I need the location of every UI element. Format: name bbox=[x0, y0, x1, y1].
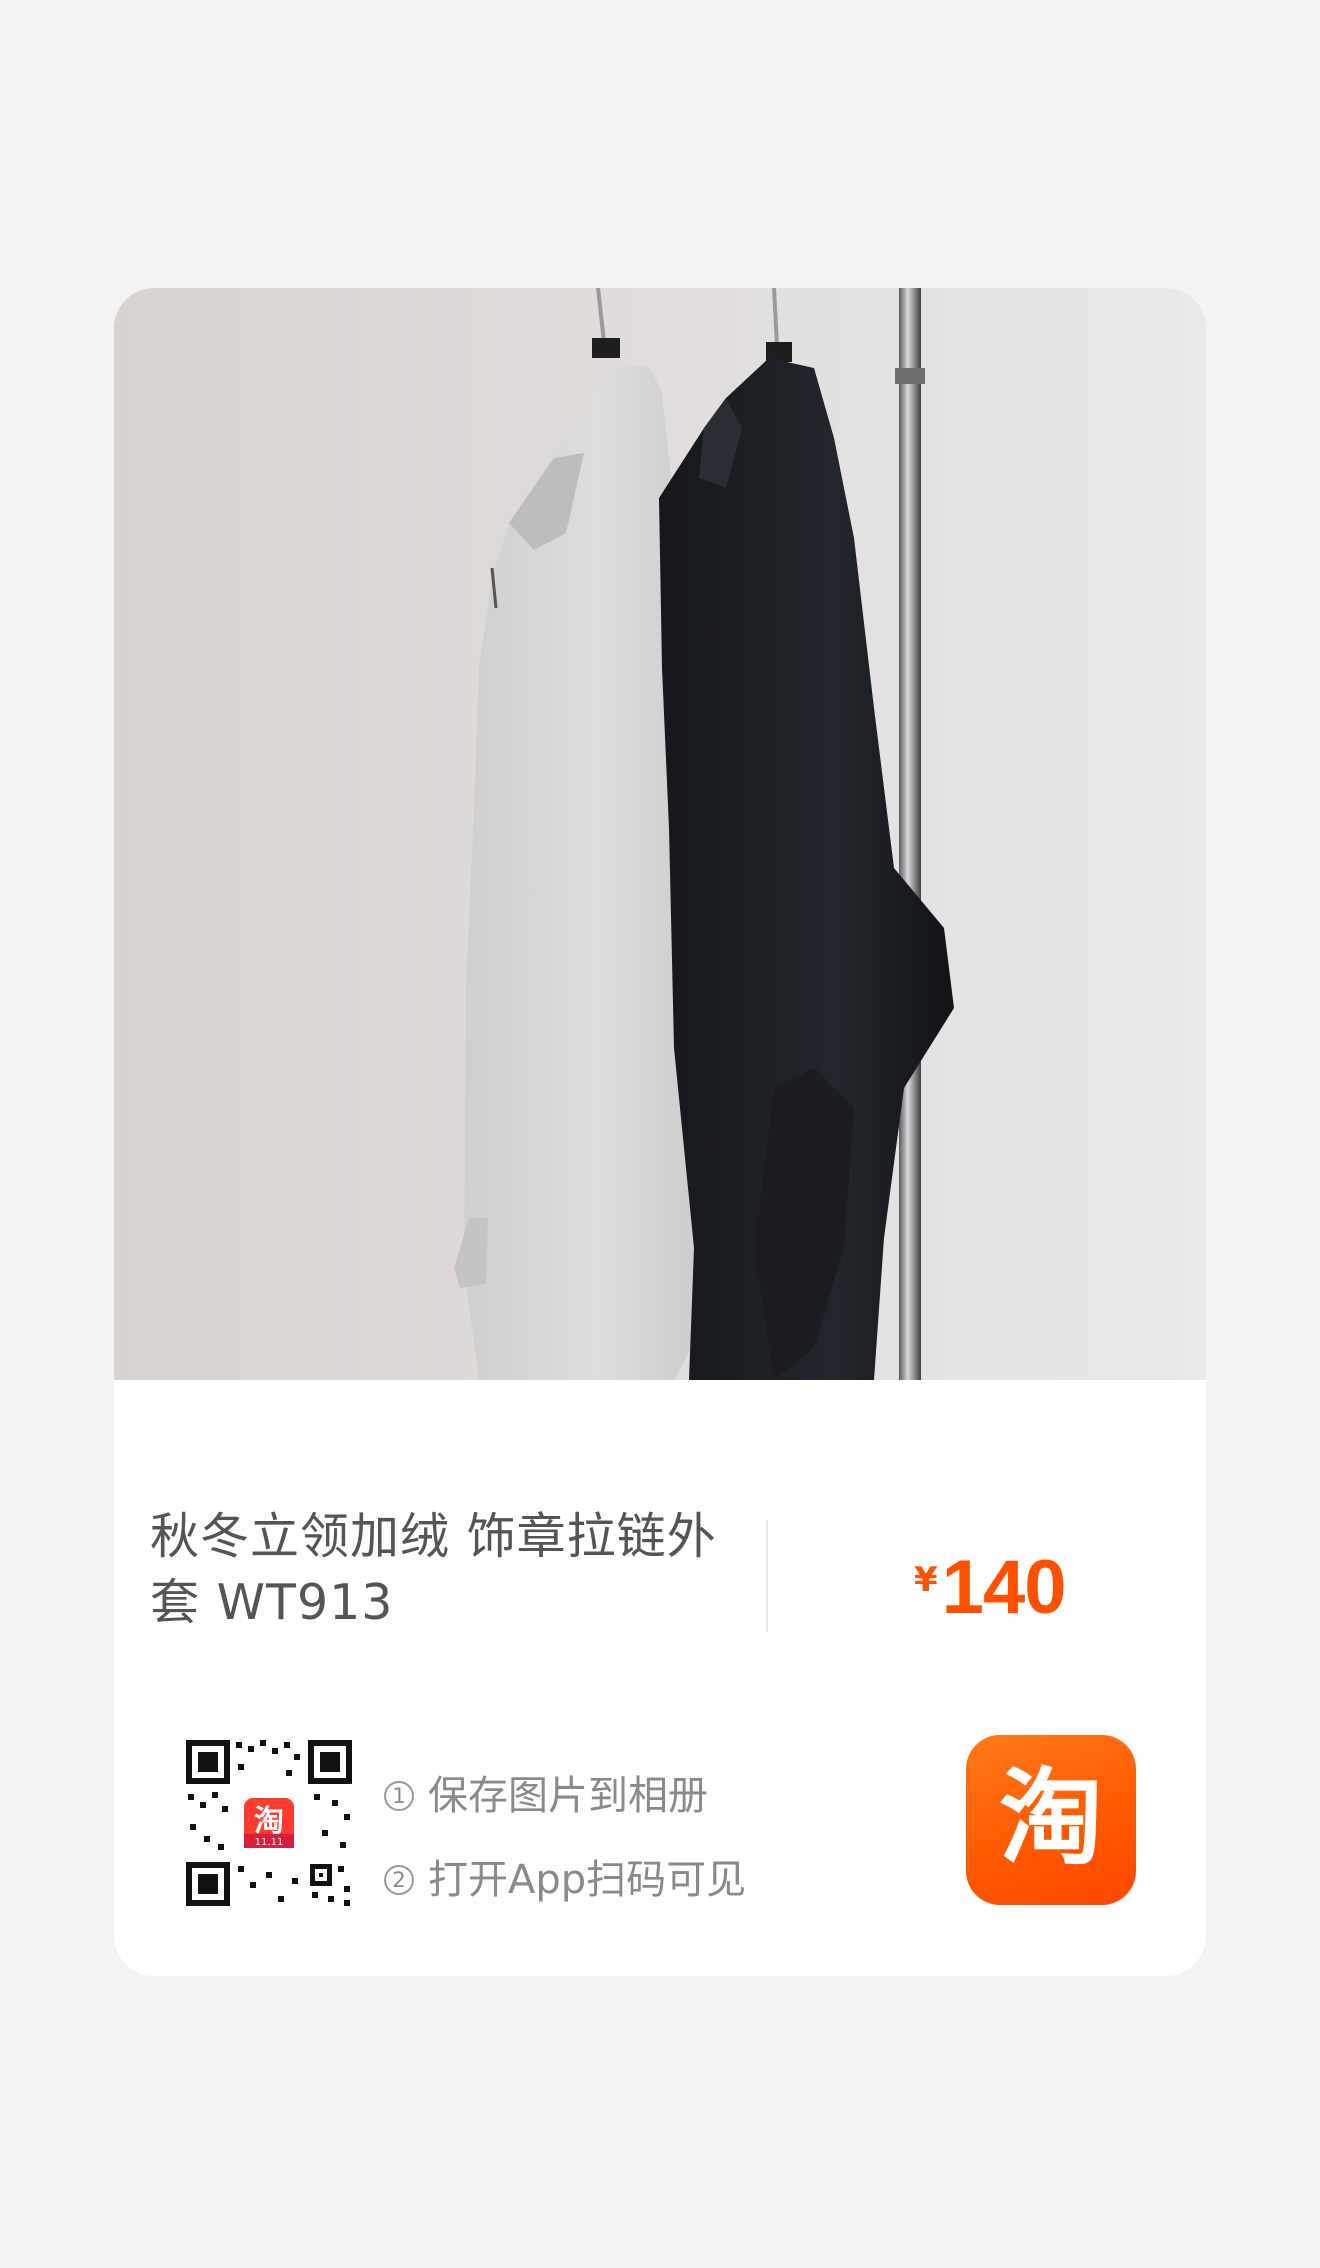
step-label: 打开App扫码可见 bbox=[428, 1857, 747, 1903]
product-price: ¥140 bbox=[914, 1544, 1067, 1631]
qr-finder-top-right bbox=[308, 1740, 352, 1784]
qr-badge-logo: 淘 bbox=[254, 1804, 284, 1839]
step-label: 保存图片到相册 bbox=[428, 1773, 708, 1819]
currency-symbol: ¥ bbox=[914, 1560, 938, 1600]
qr-finder-bottom-left bbox=[186, 1862, 230, 1906]
step-save-image: 1 保存图片到相册 bbox=[384, 1754, 746, 1838]
step-number: 2 bbox=[384, 1865, 414, 1895]
product-share-card: 秋冬立领加绒 饰章拉链外套 WT913 ¥140 淘 11.11 1 保存图片到… bbox=[114, 288, 1206, 1976]
scan-instructions: 1 保存图片到相册 2 打开App扫码可见 bbox=[384, 1754, 746, 1922]
qr-taobao-badge: 淘 11.11 bbox=[240, 1794, 298, 1852]
product-image bbox=[114, 288, 1206, 1380]
title-price-divider bbox=[766, 1520, 768, 1632]
price-amount: 140 bbox=[941, 1545, 1067, 1630]
product-title: 秋冬立领加绒 饰章拉链外套 WT913 bbox=[150, 1508, 717, 1631]
qr-finder-top-left bbox=[186, 1740, 230, 1784]
step-open-app: 2 打开App扫码可见 bbox=[384, 1838, 746, 1922]
qr-code: 淘 11.11 bbox=[182, 1736, 356, 1910]
step-number: 1 bbox=[384, 1781, 414, 1811]
qr-badge-label: 11.11 bbox=[255, 1837, 284, 1848]
taobao-logo-text: 淘 bbox=[998, 1757, 1103, 1879]
taobao-logo-icon: 淘 bbox=[966, 1735, 1136, 1905]
